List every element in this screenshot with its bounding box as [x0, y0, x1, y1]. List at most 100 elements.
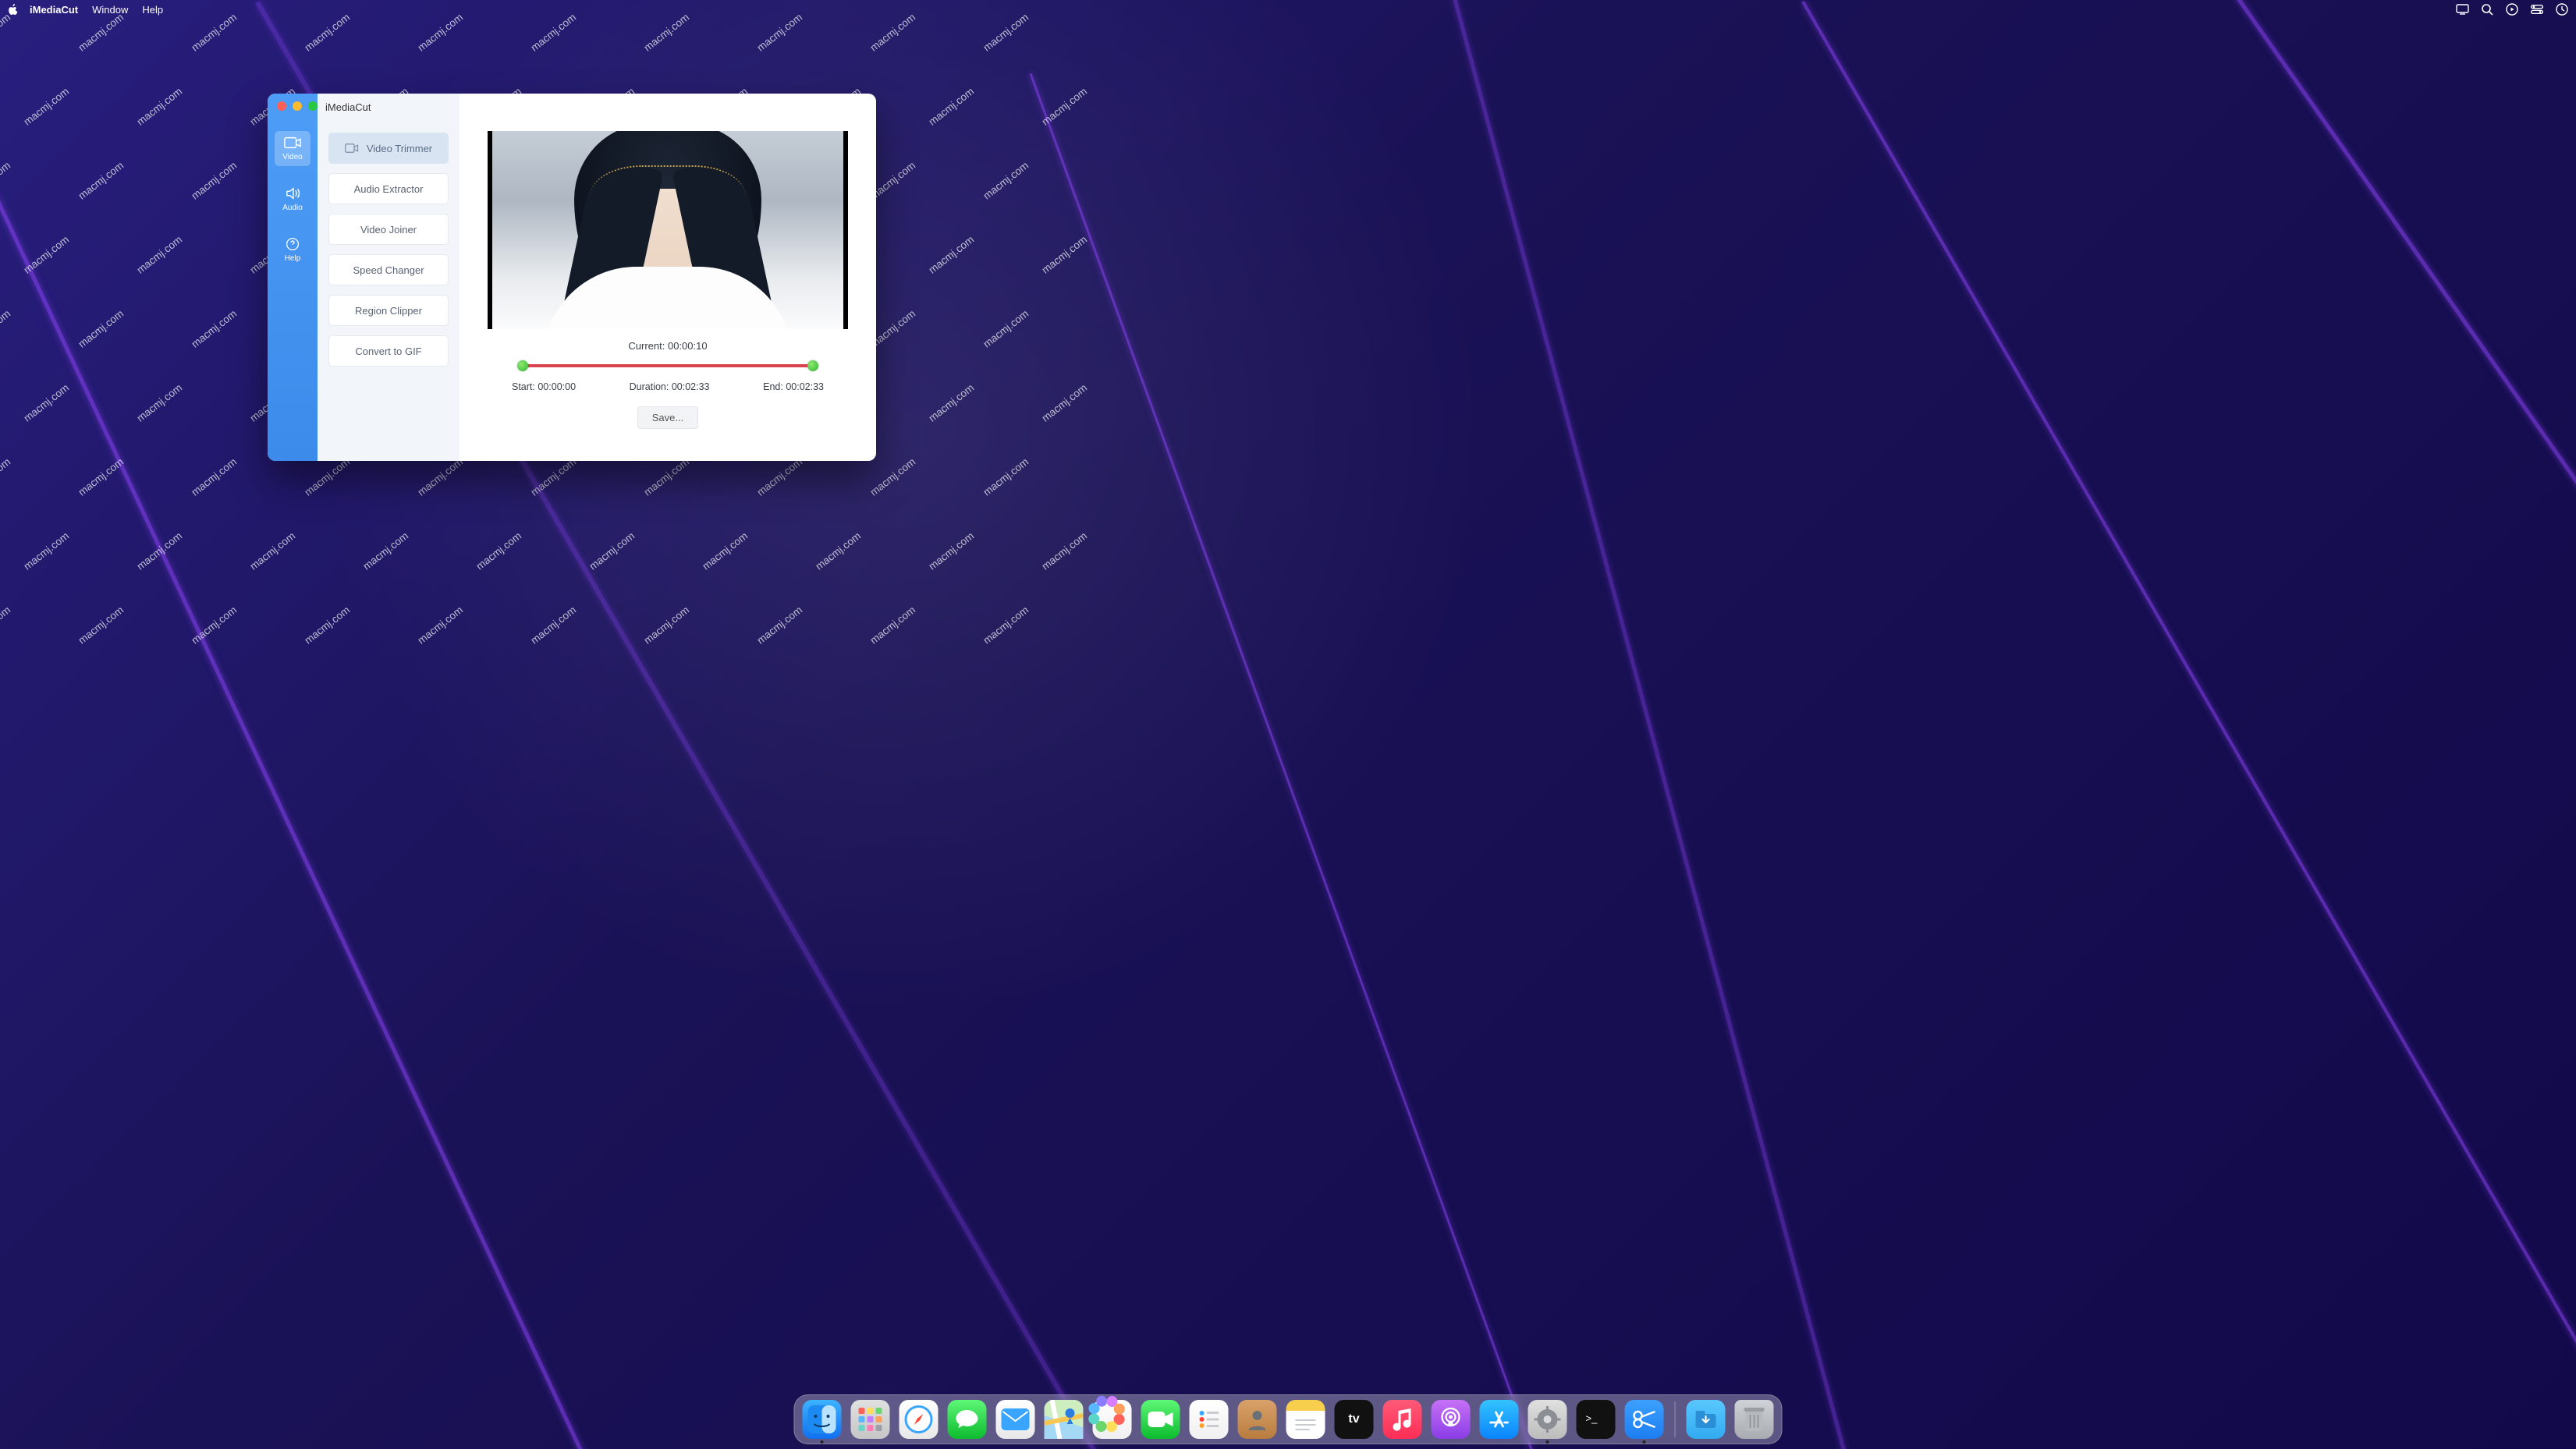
app-window: iMediaCut Video Audio Help Video Trimmer — [268, 94, 876, 461]
minimize-button[interactable] — [293, 101, 302, 111]
save-button[interactable]: Save... — [637, 406, 698, 429]
sidebar-tab-label: Help — [285, 254, 301, 263]
wallpaper-beam — [2188, 0, 2576, 1449]
wallpaper-beam — [1415, 0, 2486, 1449]
dock-app-contacts[interactable] — [1238, 1400, 1277, 1439]
window-title: iMediaCut — [318, 94, 876, 120]
dock-app-mail[interactable] — [996, 1400, 1035, 1439]
wallpaper-beam — [1802, 1, 2576, 1449]
finder-icon — [808, 1405, 836, 1433]
dock-app-maps[interactable] — [1045, 1400, 1084, 1439]
tools-sidebar: Video Trimmer Audio Extractor Video Join… — [318, 94, 459, 461]
sidebar-tab-help[interactable]: Help — [275, 232, 310, 267]
dock-separator — [1675, 1401, 1676, 1437]
appstore-icon — [1488, 1408, 1511, 1431]
help-icon — [284, 237, 301, 251]
dock-app-messages[interactable] — [948, 1400, 987, 1439]
current-time-label: Current: 00:00:10 — [628, 340, 707, 352]
window-title-text: iMediaCut — [325, 101, 371, 113]
downloads-icon — [1694, 1409, 1718, 1430]
end-time: End: 00:02:33 — [763, 381, 824, 392]
tool-audio-extractor[interactable]: Audio Extractor — [328, 173, 449, 204]
dock-app-launchpad[interactable] — [851, 1400, 890, 1439]
sidebar-tab-video[interactable]: Video — [275, 131, 310, 166]
apple-menu[interactable] — [8, 4, 19, 15]
dock-app-appstore[interactable] — [1480, 1400, 1519, 1439]
dock-app-music[interactable] — [1383, 1400, 1422, 1439]
terminal-icon: >_ — [1583, 1409, 1609, 1430]
messages-icon — [955, 1408, 980, 1431]
status-control-center-icon[interactable] — [2531, 5, 2543, 14]
notes-icon — [1294, 1417, 1318, 1433]
sidebar-tab-audio[interactable]: Audio — [275, 182, 310, 217]
menu-help[interactable]: Help — [142, 4, 163, 16]
dock-app-finder[interactable] — [803, 1400, 842, 1439]
close-button[interactable] — [277, 101, 286, 111]
dock-app-imediacut[interactable] — [1625, 1400, 1664, 1439]
sidebar-tab-label: Video — [282, 153, 302, 161]
video-icon — [345, 143, 359, 154]
status-play-icon[interactable] — [2506, 3, 2518, 16]
tool-label: Video Joiner — [360, 224, 417, 236]
trim-timeline[interactable] — [523, 364, 813, 367]
launchpad-icon — [859, 1408, 882, 1431]
dock-app-podcasts[interactable] — [1432, 1400, 1471, 1439]
duration-time: Duration: 00:02:33 — [630, 381, 710, 392]
svg-text:>_: >_ — [1586, 1412, 1598, 1424]
podcasts-icon — [1439, 1407, 1463, 1432]
dock-app-reminders[interactable] — [1190, 1400, 1229, 1439]
imediacut-icon — [1632, 1409, 1657, 1430]
main-pane: Current: 00:00:10 Start: 00:00:00 Durati… — [459, 94, 876, 461]
menu-bar: iMediaCut Window Help — [0, 0, 2576, 19]
timeline-track — [523, 364, 813, 367]
trash-icon — [1744, 1406, 1765, 1433]
tool-convert-gif[interactable]: Convert to GIF — [328, 335, 449, 367]
contacts-icon — [1246, 1407, 1269, 1432]
mail-icon — [1002, 1408, 1030, 1430]
dock-downloads[interactable] — [1687, 1400, 1726, 1439]
video-icon — [284, 136, 301, 150]
facetime-icon — [1148, 1410, 1174, 1429]
current-time-value: 00:00:10 — [668, 340, 708, 352]
maps-icon — [1045, 1400, 1084, 1439]
start-time: Start: 00:00:00 — [512, 381, 576, 392]
menu-app-name[interactable]: iMediaCut — [30, 4, 78, 16]
video-preview[interactable] — [488, 131, 848, 329]
safari-icon — [905, 1405, 933, 1433]
dock: tv >_ — [794, 1394, 1783, 1444]
tool-label: Convert to GIF — [355, 345, 421, 357]
dock-trash[interactable] — [1735, 1400, 1774, 1439]
tool-video-joiner[interactable]: Video Joiner — [328, 214, 449, 245]
zoom-button[interactable] — [308, 101, 318, 111]
tool-label: Speed Changer — [353, 264, 424, 276]
wallpaper-beam — [1029, 73, 2441, 1449]
status-screen-mirroring-icon[interactable] — [2456, 4, 2469, 15]
dock-app-photos[interactable] — [1093, 1400, 1132, 1439]
menu-window[interactable]: Window — [92, 4, 128, 16]
trim-start-handle[interactable] — [517, 360, 528, 371]
window-controls — [277, 101, 318, 111]
status-spotlight-icon[interactable] — [2482, 4, 2493, 16]
tool-region-clipper[interactable]: Region Clipper — [328, 295, 449, 326]
tool-label: Audio Extractor — [354, 183, 424, 195]
trim-end-handle[interactable] — [807, 360, 818, 371]
tool-label: Video Trimmer — [367, 143, 432, 154]
audio-icon — [284, 186, 301, 200]
dock-app-facetime[interactable] — [1141, 1400, 1180, 1439]
dock-app-settings[interactable] — [1528, 1400, 1567, 1439]
dock-app-tv[interactable]: tv — [1335, 1400, 1374, 1439]
music-icon — [1393, 1408, 1413, 1431]
dock-app-safari[interactable] — [899, 1400, 939, 1439]
photos-icon — [1100, 1407, 1125, 1432]
dock-app-terminal[interactable]: >_ — [1577, 1400, 1616, 1439]
primary-sidebar: Video Audio Help — [268, 94, 318, 461]
tool-label: Region Clipper — [355, 305, 422, 317]
sidebar-tab-label: Audio — [282, 204, 303, 212]
dock-app-notes[interactable] — [1286, 1400, 1325, 1439]
time-readout-row: Start: 00:00:00 Duration: 00:02:33 End: … — [512, 381, 824, 392]
tool-video-trimmer[interactable]: Video Trimmer — [328, 133, 449, 164]
desktop: macmj.commacmj.commacmj.commacmj.commacm… — [0, 0, 2576, 1449]
tool-speed-changer[interactable]: Speed Changer — [328, 254, 449, 285]
status-clock-icon[interactable] — [2556, 3, 2568, 16]
reminders-icon — [1197, 1407, 1222, 1432]
